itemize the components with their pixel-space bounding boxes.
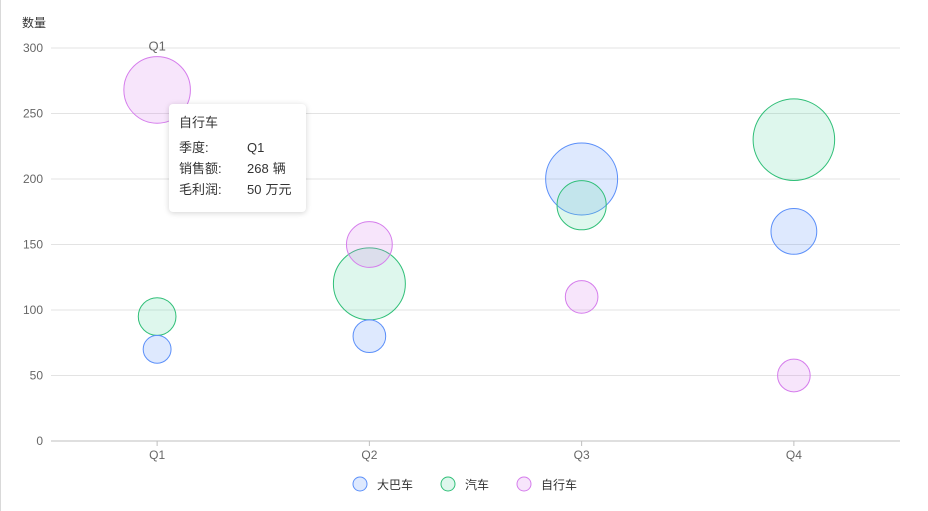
y-tick-label: 150 — [23, 238, 43, 252]
y-tick-label: 50 — [30, 369, 44, 383]
y-tick-label: 200 — [23, 172, 43, 186]
legend-marker — [516, 476, 532, 492]
legend-label: 自行车 — [541, 477, 577, 492]
y-tick-label: 250 — [23, 107, 43, 121]
bubble — [137, 297, 177, 336]
y-tick-label: 0 — [36, 434, 43, 448]
bubble-hover-label: Q1 — [148, 39, 165, 54]
bubble — [564, 280, 599, 314]
x-tick-label: Q4 — [786, 448, 802, 462]
tooltip: 自行车 季度: Q1 销售额: 268 辆 毛利润: 50 万元 — [169, 104, 306, 212]
tooltip-key: 销售额: — [179, 161, 222, 176]
legend-label: 汽车 — [465, 477, 489, 492]
x-tick-label: Q3 — [574, 448, 590, 462]
chart-container: 0 50 100 150 200 250 300 Q1 Q2 Q3 Q4 数量 Q1 大巴车 汽车 自行车 自… — [0, 0, 928, 511]
bubble — [556, 180, 607, 231]
bubble — [142, 334, 172, 364]
legend-item[interactable]: 汽车 — [440, 476, 489, 492]
legend-item[interactable]: 自行车 — [516, 476, 577, 492]
legend-label: 大巴车 — [377, 477, 413, 492]
tooltip-value: 268 辆 — [247, 161, 286, 176]
tooltip-title: 自行车 — [179, 115, 219, 130]
legend-item[interactable]: 大巴车 — [352, 476, 413, 492]
bubble — [770, 208, 818, 255]
legend-marker — [352, 476, 368, 492]
y-tick-label: 100 — [23, 303, 43, 317]
tooltip-key: 毛利润: — [179, 182, 222, 197]
x-tick-label: Q1 — [149, 448, 165, 462]
legend-marker — [440, 476, 456, 492]
bubble-chart: 0 50 100 150 200 250 300 Q1 Q2 Q3 Q4 数量 Q1 大巴车 汽车 自行车 — [22, 15, 900, 492]
y-axis-title: 数量 — [22, 15, 46, 30]
tooltip-value: 50 万元 — [247, 182, 292, 197]
tooltip-row-sales: 销售额: 268 辆 — [179, 158, 296, 179]
tooltip-row-quarter: 季度: Q1 — [179, 137, 296, 158]
bubble — [752, 98, 836, 181]
tooltip-value: Q1 — [247, 140, 265, 155]
bubble — [352, 319, 387, 354]
y-tick-label: 300 — [23, 41, 43, 55]
bubble — [345, 221, 393, 268]
tooltip-row-profit: 毛利润: 50 万元 — [179, 179, 296, 200]
bubble — [777, 358, 811, 393]
tooltip-key: 季度: — [179, 140, 209, 155]
x-tick-label: Q2 — [361, 448, 377, 462]
